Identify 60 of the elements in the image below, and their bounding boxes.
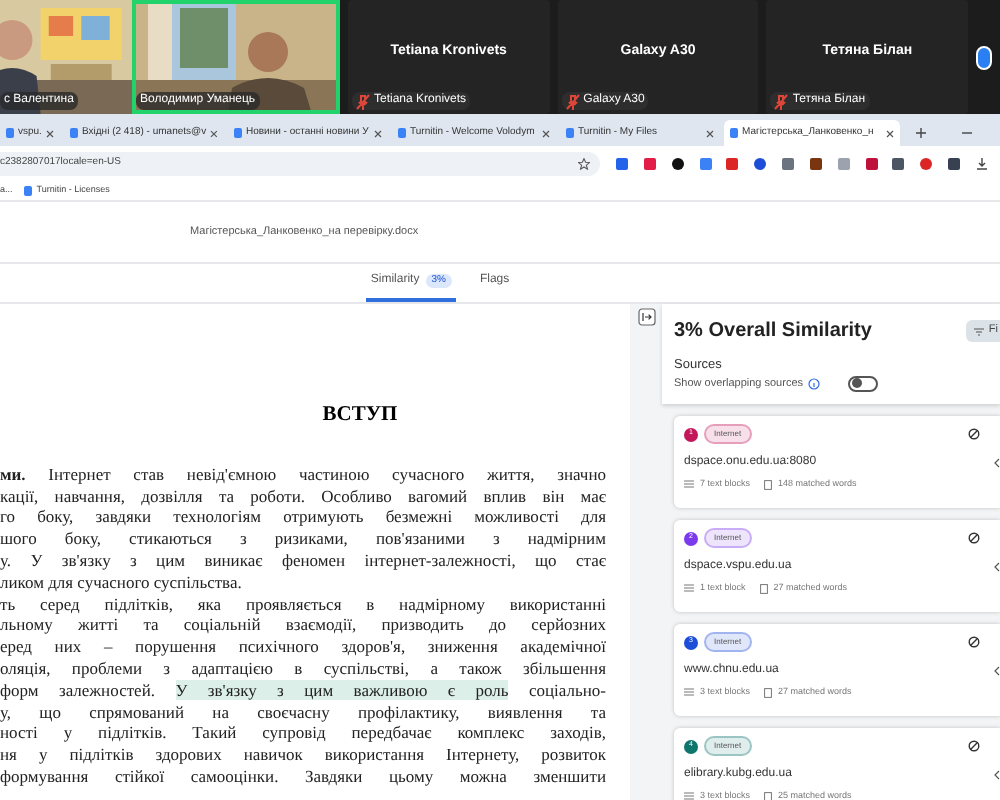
text-line: ми. Інтернет став невід'ємною частиною сучасного життя, значно [0,463,606,486]
close-icon[interactable] [374,129,382,137]
extension-icon[interactable] [809,157,822,169]
document-icon [759,583,768,594]
chevron-left-icon[interactable] [994,562,1000,572]
extension-icon[interactable] [865,157,878,169]
close-icon[interactable] [210,129,218,137]
document-icon [764,479,773,490]
favicon-icon [6,128,14,138]
exclude-icon[interactable] [968,740,980,752]
close-icon[interactable] [542,129,550,137]
list-icon [684,480,694,489]
text-line: шого боку, стикаються з ризиками, пов'язаними з надмірним [0,528,606,550]
extension-icon[interactable] [948,157,961,169]
new-tab-icon[interactable] [916,128,926,138]
document-heading: ВСТУП [320,402,400,430]
extension-icon[interactable] [754,157,767,169]
chevron-left-icon[interactable] [994,458,1000,468]
filter-icon [974,327,985,335]
document-icon [764,687,773,698]
text-line: го боку, завдяки технологіям отримують безмежні можливості для [0,506,606,529]
text-line: ть серед підлітків, яка проявляється в надмірному використанні [0,593,606,615]
favicon-icon [566,128,574,138]
exclude-icon[interactable] [968,428,980,440]
exclude-icon[interactable] [968,636,980,648]
panel-title: 3% Overall Similarity [674,318,872,346]
text-line: форм залежностей. У зв'язку з цим важливою є роль соціально- [0,679,606,702]
overlap-toggle[interactable] [847,375,878,392]
text-line: льному житті та соціальній взаємодії, призводить до серйозних [0,614,606,637]
favicon-icon [234,128,242,138]
text-line: у, що спрямований на своєчасну профілактику, виявлення та [0,701,606,723]
list-icon [684,688,694,697]
text-line: ликом для сучасного суспільства. [0,571,244,594]
list-icon [684,792,694,800]
text-line: у. У зв'язку з цим виникає феномен інтернет-залежності, що стає [0,549,606,572]
download-icon[interactable] [975,157,988,169]
text-line: ності у підлітків. Такий супровід передбачає комплекс заходів, [0,722,606,745]
favicon-icon [398,128,406,138]
extension-icon[interactable] [671,157,684,169]
favicon-icon [70,128,78,138]
text-line: кації, навчання, дозвілля та роботи. Особливо вагомий вплив він має [0,485,606,507]
close-icon[interactable] [886,129,894,137]
chevron-left-icon[interactable] [994,666,1000,676]
list-icon [684,584,694,593]
close-icon[interactable] [46,129,54,137]
collapse-panel-icon[interactable] [637,308,655,326]
text-line: ня у підлітків здорових навичок використання Інтернету, розвиток [0,744,606,766]
favicon-icon [730,128,738,138]
text-line: еред них – порушення психічного здоров'я, зниження академічної [0,636,606,658]
favicon-icon [24,185,33,195]
text-line: формування стійкої самооцінки. Завдяки цьому можна зменшити [0,765,606,788]
exclude-icon[interactable] [968,532,980,544]
circle-button[interactable] [976,45,993,69]
extension-icon[interactable] [892,157,905,169]
chevron-left-icon[interactable] [994,770,1000,780]
document-icon [764,791,773,800]
bookmark-star-icon[interactable] [578,157,590,169]
close-icon[interactable] [706,129,714,137]
text-line: оляція, проблеми з адаптацією в суспільстві, а також збільшення [0,657,606,680]
info-icon[interactable] [807,377,820,390]
